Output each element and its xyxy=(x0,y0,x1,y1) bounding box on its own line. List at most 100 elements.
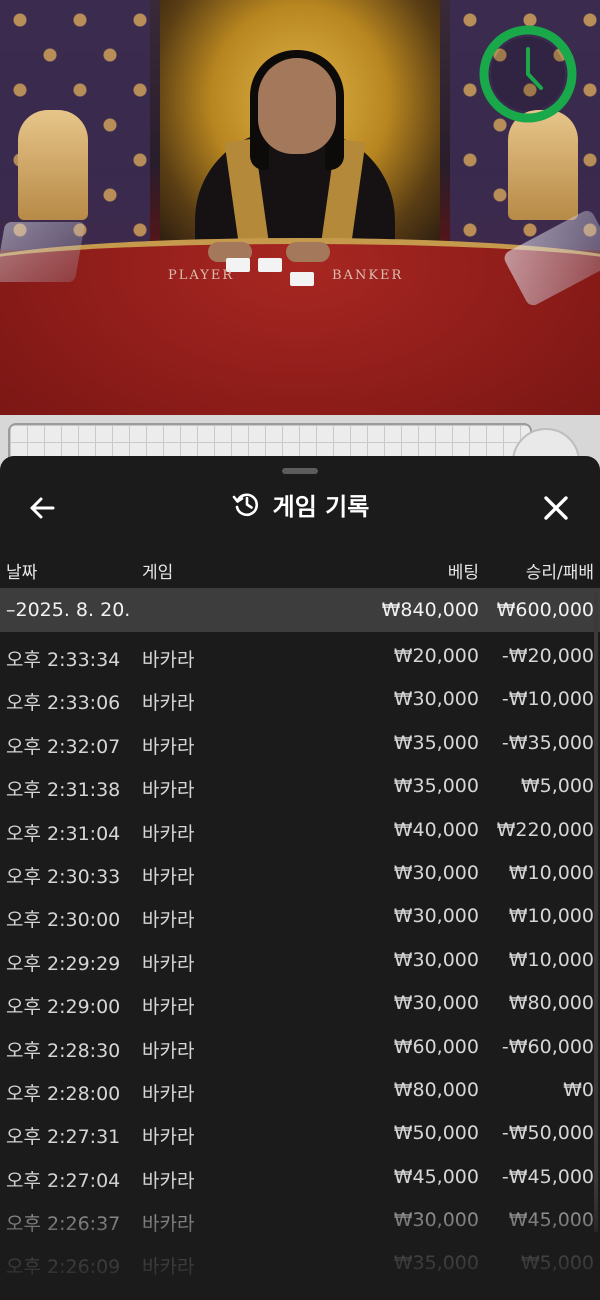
row-time: 오후 2:31:38 xyxy=(6,779,121,802)
table-row[interactable]: 오후 2:27:31 바카라 ₩50,000 -₩50,000 xyxy=(0,1111,600,1154)
table-row[interactable]: 오후 2:31:04 바카라 ₩40,000 ₩220,000 xyxy=(0,808,600,851)
dealer-hand-right xyxy=(286,242,330,262)
column-header-result: 승리/패배 xyxy=(525,563,594,583)
table-row[interactable]: 오후 2:30:33 바카라 ₩30,000 ₩10,000 xyxy=(0,851,600,894)
row-game: 바카라 xyxy=(142,649,195,671)
clock-icon xyxy=(479,25,577,123)
column-header-bet: 베팅 xyxy=(447,563,479,583)
table-row[interactable]: 오후 2:33:34 바카라 ₩20,000 -₩20,000 xyxy=(0,634,600,677)
row-game: 바카라 xyxy=(142,822,195,845)
row-time: 오후 2:26:37 xyxy=(6,1213,121,1236)
date-group-bet-total: ₩840,000 xyxy=(381,599,479,621)
row-time: 오후 2:33:34 xyxy=(6,649,121,671)
row-bet: ₩30,000 xyxy=(393,905,479,928)
title-group: 게임 기록 xyxy=(0,476,600,532)
game-history-sheet: 게임 기록 날짜 게임 베팅 승리/패배 –2025. 8. 20. ₩840,… xyxy=(0,456,600,1300)
row-game: 바카라 xyxy=(142,735,195,758)
row-time: 오후 2:29:00 xyxy=(6,996,121,1019)
row-result: ₩10,000 xyxy=(508,948,594,971)
table-row[interactable]: 오후 2:29:00 바카라 ₩30,000 ₩80,000 xyxy=(0,981,600,1024)
column-header-game: 게임 xyxy=(142,563,174,583)
row-bet: ₩30,000 xyxy=(393,861,479,884)
dealer-head xyxy=(258,58,336,154)
app-root: PLAYER BANKER 게임 기록 날짜 게임 베팅 승리/패배 –2025… xyxy=(0,0,600,1300)
date-group-label: –2025. 8. 20. xyxy=(6,599,131,621)
row-result: -₩20,000 xyxy=(501,645,594,667)
row-game: 바카라 xyxy=(142,1126,195,1149)
date-group-result-total: ₩600,000 xyxy=(496,599,594,621)
table-row[interactable]: 오후 2:28:30 바카라 ₩60,000 -₩60,000 xyxy=(0,1025,600,1068)
row-result: ₩220,000 xyxy=(496,818,594,841)
row-bet: ₩60,000 xyxy=(393,1035,479,1058)
row-game: 바카라 xyxy=(142,779,195,802)
back-button[interactable] xyxy=(22,488,62,528)
table-row[interactable]: 오후 2:28:00 바카라 ₩80,000 ₩0 xyxy=(0,1068,600,1111)
page-title: 게임 기록 xyxy=(272,492,370,521)
playing-card xyxy=(258,258,282,272)
row-time: 오후 2:29:29 xyxy=(6,952,121,975)
row-bet: ₩35,000 xyxy=(393,731,479,754)
row-bet: ₩30,000 xyxy=(393,688,479,711)
row-game: 바카라 xyxy=(142,1039,195,1062)
table-row[interactable]: 오후 2:26:09 바카라 ₩35,000 ₩5,000 xyxy=(0,1241,600,1284)
close-button[interactable] xyxy=(536,488,576,528)
row-game: 바카라 xyxy=(142,996,195,1019)
row-time: 오후 2:30:33 xyxy=(6,865,121,888)
table-row[interactable]: 오후 2:31:38 바카라 ₩35,000 ₩5,000 xyxy=(0,764,600,807)
row-time: 오후 2:27:31 xyxy=(6,1126,121,1149)
row-bet: ₩35,000 xyxy=(393,775,479,798)
row-result: -₩50,000 xyxy=(501,1122,594,1145)
table-row[interactable]: 오후 2:30:00 바카라 ₩30,000 ₩10,000 xyxy=(0,894,600,937)
row-bet: ₩30,000 xyxy=(393,948,479,971)
row-result: ₩10,000 xyxy=(508,905,594,928)
row-result: ₩10,000 xyxy=(508,861,594,884)
statue-left xyxy=(18,110,88,220)
table-label-banker: BANKER xyxy=(332,268,404,283)
history-list: 오후 2:33:34 바카라 ₩20,000 -₩20,000 오후 2:33:… xyxy=(0,634,600,1285)
row-result: ₩5,000 xyxy=(520,775,594,798)
live-video: PLAYER BANKER xyxy=(0,0,600,415)
date-group-row[interactable]: –2025. 8. 20. ₩840,000 ₩600,000 xyxy=(0,588,600,632)
row-bet: ₩40,000 xyxy=(393,818,479,841)
table-row[interactable]: 오후 2:32:07 바카라 ₩35,000 -₩35,000 xyxy=(0,721,600,764)
row-bet: ₩30,000 xyxy=(393,1209,479,1232)
table-row[interactable]: 오후 2:26:37 바카라 ₩30,000 ₩45,000 xyxy=(0,1198,600,1241)
row-time: 오후 2:28:30 xyxy=(6,1039,121,1062)
row-bet: ₩20,000 xyxy=(393,645,479,667)
playing-card xyxy=(290,272,314,286)
table-header: 날짜 게임 베팅 승리/패배 xyxy=(0,548,600,588)
row-result: -₩10,000 xyxy=(501,688,594,711)
row-game: 바카라 xyxy=(142,692,195,715)
sheet-header: 게임 기록 xyxy=(0,476,600,532)
row-result: -₩45,000 xyxy=(501,1165,594,1188)
row-result: -₩60,000 xyxy=(501,1035,594,1058)
close-icon xyxy=(544,496,568,520)
table-row[interactable]: 오후 2:33:06 바카라 ₩30,000 -₩10,000 xyxy=(0,677,600,720)
row-time: 오후 2:30:00 xyxy=(6,909,121,932)
row-time: 오후 2:31:04 xyxy=(6,822,121,845)
column-header-date: 날짜 xyxy=(6,563,38,583)
row-bet: ₩30,000 xyxy=(393,992,479,1015)
row-time: 오후 2:33:06 xyxy=(6,692,121,715)
row-bet: ₩80,000 xyxy=(393,1078,479,1101)
table-row[interactable]: 오후 2:29:29 바카라 ₩30,000 ₩10,000 xyxy=(0,938,600,981)
row-time: 오후 2:27:04 xyxy=(6,1169,121,1192)
history-icon xyxy=(232,493,258,517)
row-time: 오후 2:28:00 xyxy=(6,1082,121,1105)
statue-right xyxy=(508,110,578,220)
sheet-drag-handle[interactable] xyxy=(282,468,318,474)
row-time: 오후 2:26:09 xyxy=(6,1256,121,1279)
row-result: ₩5,000 xyxy=(520,1252,594,1275)
row-result: ₩0 xyxy=(563,1078,594,1101)
row-game: 바카라 xyxy=(142,909,195,932)
row-result: -₩35,000 xyxy=(501,731,594,754)
row-bet: ₩35,000 xyxy=(393,1252,479,1275)
table-row[interactable]: 오후 2:27:04 바카라 ₩45,000 -₩45,000 xyxy=(0,1155,600,1198)
row-game: 바카라 xyxy=(142,1082,195,1105)
row-bet: ₩50,000 xyxy=(393,1122,479,1145)
row-bet: ₩45,000 xyxy=(393,1165,479,1188)
scrollbar[interactable] xyxy=(594,592,598,1232)
row-game: 바카라 xyxy=(142,1169,195,1192)
discard-tray xyxy=(0,222,86,282)
table-label-player: PLAYER xyxy=(168,268,235,283)
